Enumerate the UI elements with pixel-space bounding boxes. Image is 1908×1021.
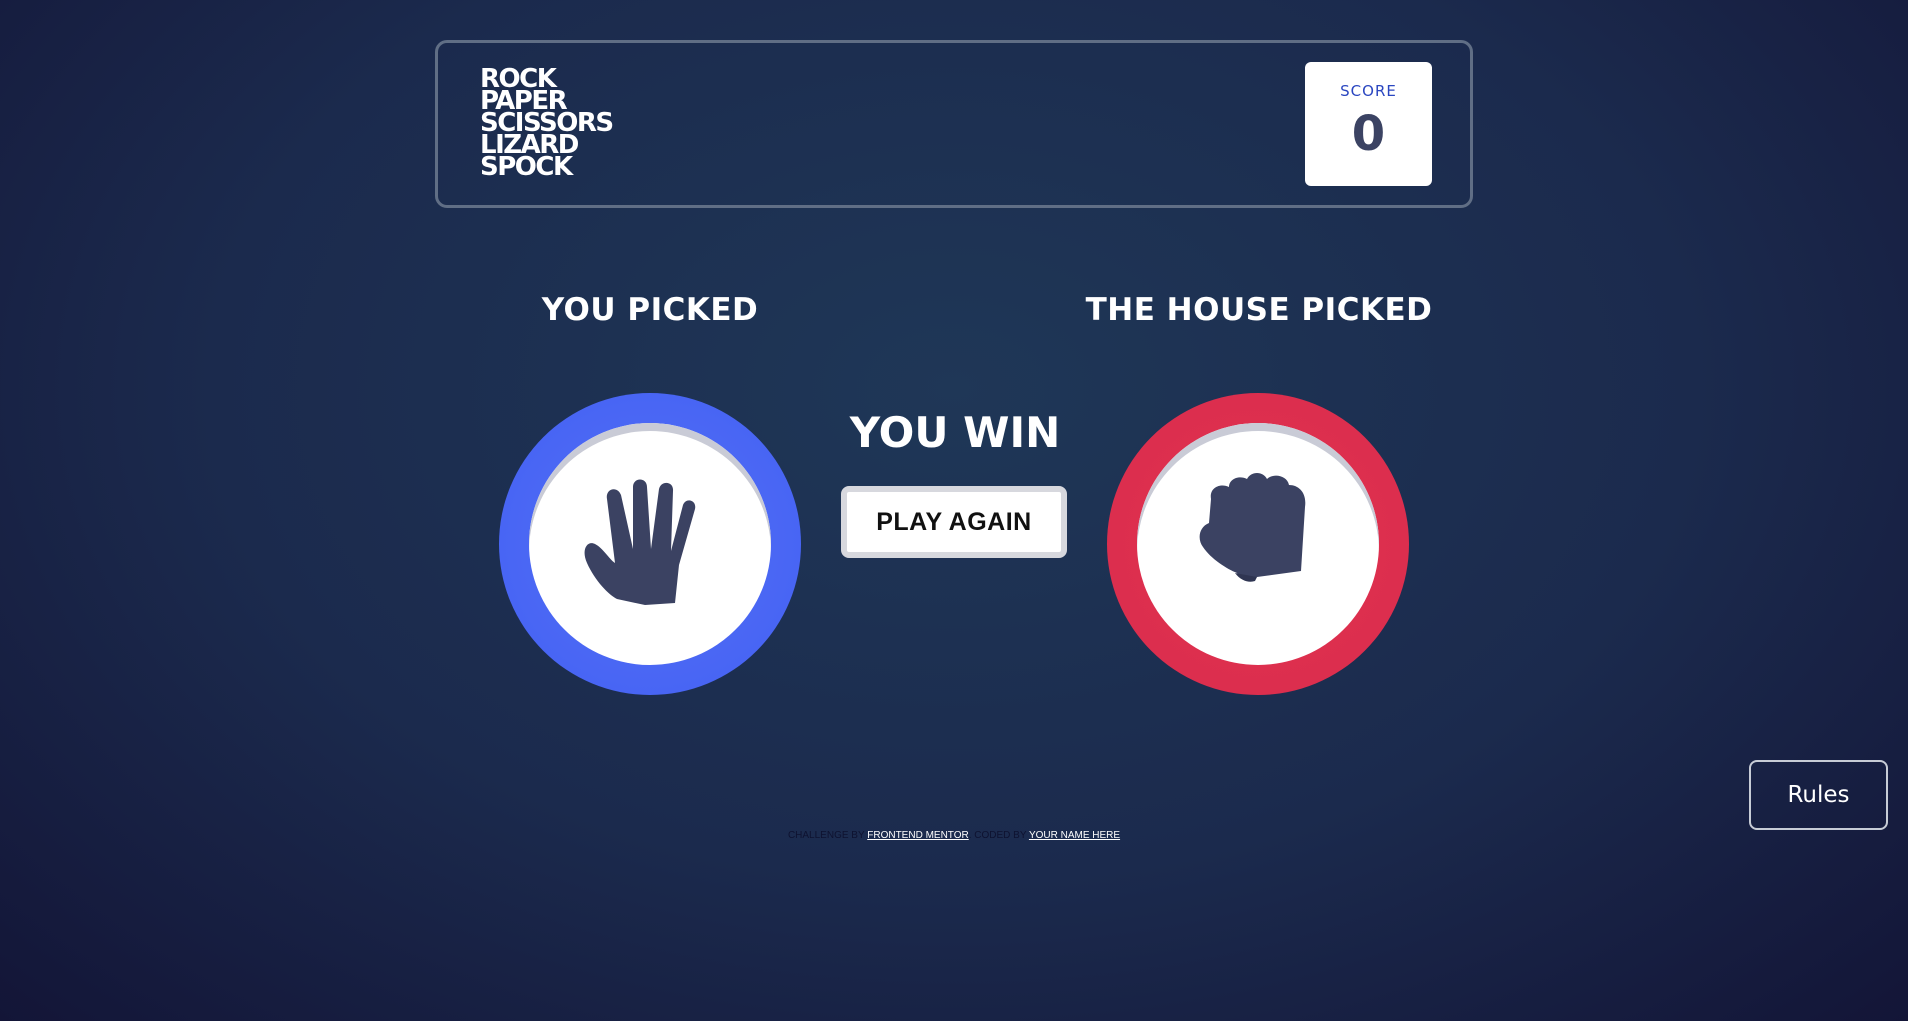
player-pick-title: YOU PICKED <box>541 292 759 328</box>
logo-line-spock: SPOCK <box>480 152 573 182</box>
rock-fist-icon <box>1199 473 1306 582</box>
author-link[interactable]: YOUR NAME HERE <box>1029 830 1120 841</box>
result-message: YOU WIN <box>849 408 1061 457</box>
attribution: CHALLENGE BY FRONTEND MENTOR. CODED BY Y… <box>0 830 1908 841</box>
house-pick-title: THE HOUSE PICKED <box>1085 292 1433 328</box>
rules-button[interactable]: Rules <box>1749 760 1888 830</box>
attribution-prefix: CHALLENGE BY <box>787 830 865 841</box>
paper-hand-icon <box>584 479 696 605</box>
score-box: SCORE 0 <box>1305 62 1432 186</box>
game-logo: ROCK PAPER SCISSORS LIZARD SPOCK <box>480 66 614 182</box>
score-value: 0 <box>1351 106 1386 162</box>
house-choice-token <box>1107 393 1409 695</box>
house-token-face <box>1137 423 1379 665</box>
player-token-face <box>529 423 771 665</box>
scoreboard-header: ROCK PAPER SCISSORS LIZARD SPOCK SCORE 0 <box>435 40 1473 208</box>
frontend-mentor-link[interactable]: FRONTEND MENTOR <box>867 830 968 841</box>
score-label: SCORE <box>1340 82 1397 100</box>
attribution-middle: . CODED BY <box>968 830 1027 841</box>
player-choice-token <box>499 393 801 695</box>
play-again-button[interactable]: PLAY AGAIN <box>841 486 1067 558</box>
